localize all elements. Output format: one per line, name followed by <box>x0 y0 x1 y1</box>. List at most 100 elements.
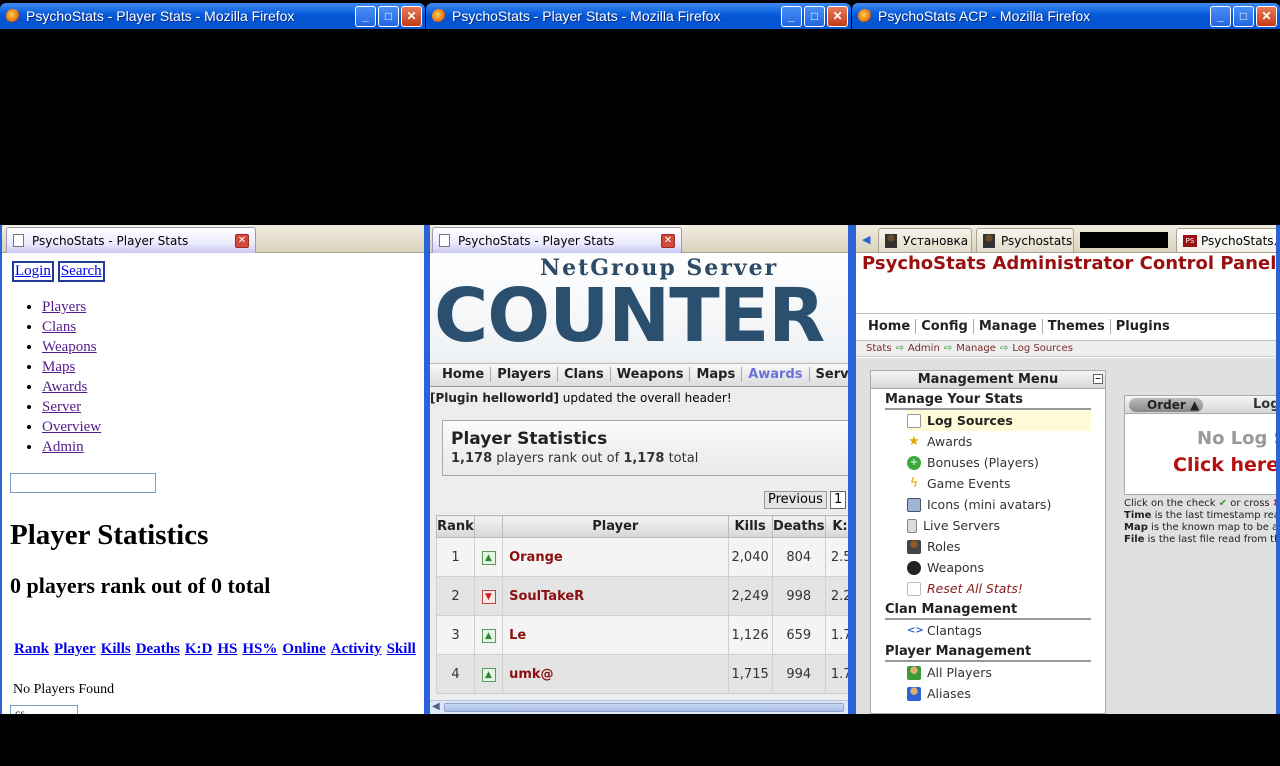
table-row[interactable]: 4 ▲ umk@ 1,715 994 1.73 <box>436 654 848 694</box>
col-hspct[interactable]: HS% <box>242 641 277 657</box>
nav-clans[interactable]: Clans <box>557 367 611 382</box>
cell-player[interactable]: umk@ <box>502 654 729 694</box>
nav-server[interactable]: Server <box>809 367 848 382</box>
minimize-button[interactable]: _ <box>355 5 376 27</box>
minimize-button[interactable]: _ <box>1210 5 1231 27</box>
order-sort-button[interactable]: Order ▲ <box>1129 398 1203 412</box>
window3-titlebar[interactable]: PsychoStats ACP - Mozilla Firefox _ □ ✕ <box>852 3 1280 29</box>
close-button[interactable]: ✕ <box>827 5 848 27</box>
menu-aliases[interactable]: Aliases <box>907 683 1091 704</box>
table-row[interactable]: 1 ▲ Orange 2,040 804 2.54 <box>436 537 848 577</box>
maximize-button[interactable]: □ <box>378 5 399 27</box>
col-kd[interactable]: K:D <box>185 641 213 657</box>
nav-server[interactable]: Server <box>42 399 101 419</box>
menu-roles[interactable]: Roles <box>907 536 1091 557</box>
menu-label: All Players <box>927 665 992 680</box>
players-table: Rank Player Kills Deaths K:D 1 ▲ Orange … <box>436 515 848 694</box>
nav-awards[interactable]: Awards <box>742 367 810 382</box>
menu-weapons[interactable]: Weapons <box>907 557 1091 578</box>
log-panel-header: Order ▲ Log <box>1125 396 1276 414</box>
col-rank[interactable]: Rank <box>14 641 49 657</box>
nav-weapons[interactable]: Weapons <box>42 339 101 359</box>
previous-button[interactable]: Previous <box>764 491 827 509</box>
cell-player[interactable]: SoulTakeR <box>502 576 729 616</box>
col-player[interactable]: Player <box>54 641 96 657</box>
menu-live-servers[interactable]: Live Servers <box>907 515 1091 536</box>
menu-awards[interactable]: ★ Awards <box>907 431 1091 452</box>
col-hs[interactable]: HS <box>217 641 237 657</box>
crumb-log-sources[interactable]: Log Sources <box>1012 343 1073 354</box>
nav-awards[interactable]: Awards <box>42 379 101 399</box>
tab-psychostats-acp[interactable]: PS PsychoStats... <box>1176 228 1276 252</box>
menu-reset-all-stats[interactable]: Reset All Stats! <box>907 578 1091 599</box>
nav-weapons[interactable]: Weapons <box>610 367 691 382</box>
th-player[interactable]: Player <box>502 515 729 538</box>
search-input[interactable] <box>10 473 156 493</box>
cell-player[interactable]: Orange <box>502 537 729 577</box>
th-kd[interactable]: K:D <box>824 515 848 538</box>
game-select[interactable]: cs <box>10 705 78 714</box>
th-trend <box>473 515 504 538</box>
th-deaths[interactable]: Deaths <box>771 515 826 538</box>
menu-bonuses[interactable]: + Bonuses (Players) <box>907 452 1091 473</box>
tab-player-stats[interactable]: PsychoStats - Player Stats ✕ <box>6 227 256 253</box>
page-1[interactable]: 1 <box>829 491 847 509</box>
col-kills[interactable]: Kills <box>101 641 131 657</box>
tab-close-icon[interactable]: ✕ <box>661 234 675 248</box>
th-rank[interactable]: Rank <box>436 515 475 538</box>
tab-close-icon[interactable]: ✕ <box>235 234 249 248</box>
tab-player-stats[interactable]: PsychoStats - Player Stats ✕ <box>432 227 682 253</box>
cell-player[interactable]: Le <box>502 615 729 655</box>
table-row[interactable]: 2 ▼ SoulTakeR 2,249 998 2.25 <box>436 576 848 616</box>
collapse-icon[interactable]: − <box>1093 374 1103 384</box>
cell-kills: 2,249 <box>727 576 773 616</box>
crumb-admin[interactable]: Admin <box>908 343 940 354</box>
nav-overview[interactable]: Overview <box>42 419 101 439</box>
close-button[interactable]: ✕ <box>1256 5 1277 27</box>
player-count: 0 players rank out of 0 total <box>10 573 271 598</box>
search-button[interactable]: Search <box>57 261 105 282</box>
nav-maps[interactable]: Maps <box>690 367 743 382</box>
menu-all-players[interactable]: All Players <box>907 662 1091 683</box>
col-skill[interactable]: Skill <box>387 641 416 657</box>
crumb-stats[interactable]: Stats <box>866 343 892 354</box>
tab-ustanovka[interactable]: Установка ... <box>878 228 972 252</box>
close-button[interactable]: ✕ <box>401 5 422 27</box>
scroll-left-icon[interactable]: ◀ <box>432 701 440 712</box>
tab-psychostats-1[interactable]: Psychostats... <box>976 228 1074 252</box>
nav-plugins[interactable]: Plugins <box>1111 319 1175 334</box>
nav-clans[interactable]: Clans <box>42 319 101 339</box>
nav-manage[interactable]: Manage <box>973 319 1043 334</box>
window1-titlebar[interactable]: PsychoStats - Player Stats - Mozilla Fir… <box>0 3 425 29</box>
scrollbar-thumb[interactable] <box>444 703 844 712</box>
col-deaths[interactable]: Deaths <box>136 641 180 657</box>
nav-home[interactable]: Home <box>436 367 492 382</box>
col-online[interactable]: Online <box>282 641 325 657</box>
nav-home[interactable]: Home <box>863 319 917 334</box>
nav-maps[interactable]: Maps <box>42 359 101 379</box>
add-log-source-link[interactable]: Click here t <box>1173 454 1276 476</box>
tab-scroll-left-icon[interactable]: ◀ <box>862 233 870 246</box>
nav-players[interactable]: Players <box>491 367 558 382</box>
menu-clantags[interactable]: <> Clantags <box>907 620 1091 641</box>
table-row[interactable]: 3 ▲ Le 1,126 659 1.71 <box>436 615 848 655</box>
maximize-button[interactable]: □ <box>804 5 825 27</box>
horizontal-scrollbar[interactable]: ◀ <box>430 700 848 714</box>
nav-players[interactable]: Players <box>42 299 101 319</box>
lightning-icon: ϟ <box>909 475 919 491</box>
th-kills[interactable]: Kills <box>727 515 773 538</box>
nav-admin[interactable]: Admin <box>42 439 101 459</box>
login-button[interactable]: Login <box>12 261 54 282</box>
menu-game-events[interactable]: ϟ Game Events <box>907 473 1091 494</box>
menu-log-sources[interactable]: Log Sources <box>907 410 1091 431</box>
window2-titlebar[interactable]: PsychoStats - Player Stats - Mozilla Fir… <box>426 3 851 29</box>
tab-label: PsychoStats - Player Stats <box>32 233 189 248</box>
cell-trend: ▲ <box>473 537 504 577</box>
maximize-button[interactable]: □ <box>1233 5 1254 27</box>
nav-themes[interactable]: Themes <box>1042 319 1111 334</box>
crumb-manage[interactable]: Manage <box>956 343 996 354</box>
nav-config[interactable]: Config <box>916 319 974 334</box>
menu-icons[interactable]: Icons (mini avatars) <box>907 494 1091 515</box>
minimize-button[interactable]: _ <box>781 5 802 27</box>
col-activity[interactable]: Activity <box>331 641 382 657</box>
